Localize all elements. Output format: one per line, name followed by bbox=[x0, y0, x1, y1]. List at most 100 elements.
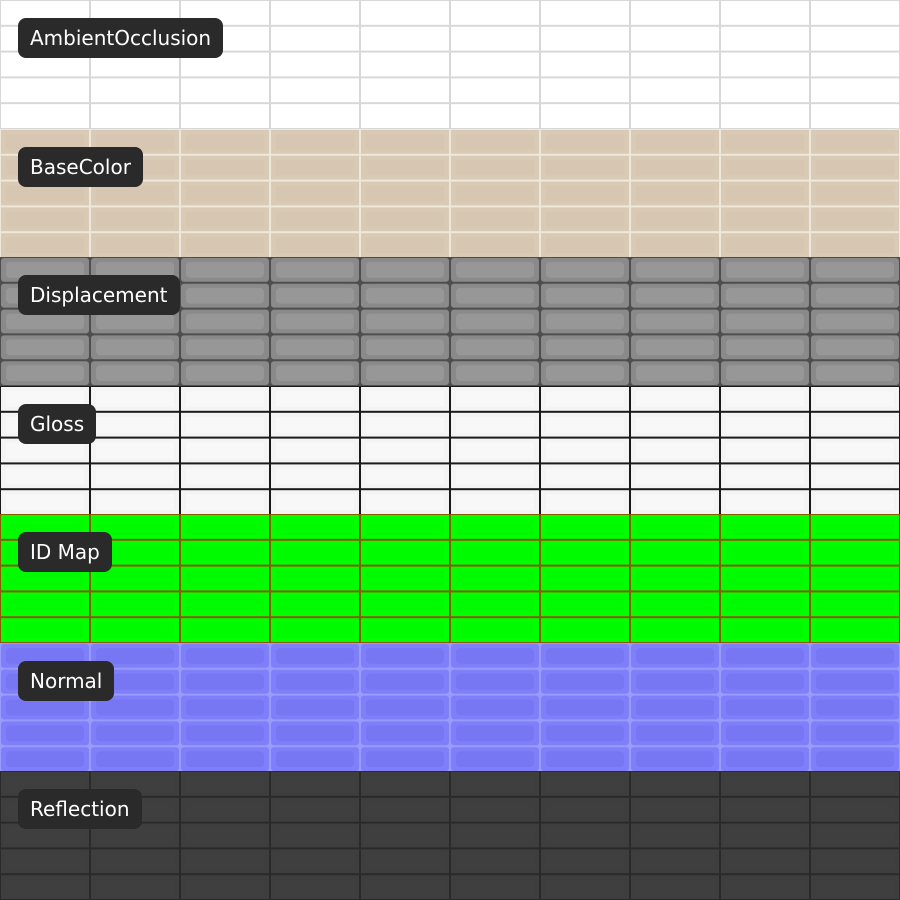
texture-tile-shade bbox=[726, 879, 804, 895]
texture-tile-shade bbox=[456, 673, 534, 690]
texture-tile-shade bbox=[276, 494, 354, 510]
texture-tile-shade bbox=[456, 185, 534, 202]
texture-tile-shade bbox=[726, 5, 804, 21]
texture-tile-shade bbox=[96, 879, 174, 895]
texture-tile-shade bbox=[816, 544, 894, 561]
texture-tile-shade bbox=[366, 751, 444, 767]
texture-tile-shade bbox=[366, 801, 444, 818]
texture-tile-shade bbox=[546, 313, 624, 330]
texture-tile-shade bbox=[726, 751, 804, 767]
texture-tile-shade bbox=[366, 494, 444, 510]
texture-tile-shade bbox=[456, 494, 534, 510]
texture-tile-shade bbox=[546, 159, 624, 176]
texture-tile-shade bbox=[456, 211, 534, 228]
texture-tile-shade bbox=[456, 622, 534, 638]
texture-tile-shade bbox=[546, 56, 624, 73]
base-color-label: BaseColor bbox=[18, 147, 143, 187]
texture-tile-shade bbox=[276, 82, 354, 99]
texture-tile-shade bbox=[456, 159, 534, 176]
texture-tile-shade bbox=[366, 30, 444, 47]
texture-tile-shade bbox=[546, 468, 624, 485]
texture-tile-shade bbox=[816, 853, 894, 870]
texture-tile-shade bbox=[6, 699, 84, 716]
texture-tile-shade bbox=[186, 56, 264, 73]
texture-tile-shade bbox=[816, 442, 894, 459]
texture-tile-shade bbox=[366, 596, 444, 613]
texture-tile-shade bbox=[636, 365, 714, 381]
texture-tile-shade bbox=[546, 519, 624, 535]
texture-tile-shade bbox=[276, 468, 354, 485]
texture-tile-shade bbox=[276, 287, 354, 304]
map-band-displacement: Displacement bbox=[0, 257, 900, 386]
texture-tile-shade bbox=[96, 313, 174, 330]
texture-tile-shade bbox=[366, 879, 444, 895]
texture-tile-shade bbox=[816, 648, 894, 664]
texture-tile-shade bbox=[636, 648, 714, 664]
texture-tile-shade bbox=[6, 570, 84, 587]
texture-tile-shade bbox=[96, 339, 174, 356]
texture-tile-shade bbox=[96, 108, 174, 124]
texture-tile-shade bbox=[186, 237, 264, 253]
texture-tile-shade bbox=[816, 494, 894, 510]
texture-tile-shade bbox=[816, 287, 894, 304]
texture-tile-shade bbox=[816, 801, 894, 818]
texture-tile-shade bbox=[456, 56, 534, 73]
texture-tile-shade bbox=[276, 673, 354, 690]
texture-tile-shade bbox=[546, 853, 624, 870]
texture-tile-shade bbox=[186, 159, 264, 176]
texture-tile-shade bbox=[276, 801, 354, 818]
texture-tile-shade bbox=[6, 313, 84, 330]
texture-tile-shade bbox=[456, 519, 534, 535]
texture-tile-shade bbox=[726, 853, 804, 870]
texture-tile-shade bbox=[186, 853, 264, 870]
texture-tile-shade bbox=[546, 442, 624, 459]
texture-tile-shade bbox=[726, 416, 804, 433]
texture-tile-shade bbox=[636, 287, 714, 304]
texture-tile-shade bbox=[546, 725, 624, 742]
texture-tile-shade bbox=[456, 313, 534, 330]
texture-tile-shade bbox=[636, 5, 714, 21]
texture-tile-shade bbox=[366, 185, 444, 202]
texture-tile-shade bbox=[6, 442, 84, 459]
texture-tile-shade bbox=[366, 442, 444, 459]
texture-tile-shade bbox=[276, 648, 354, 664]
texture-tile-shade bbox=[546, 82, 624, 99]
texture-tile-shade bbox=[816, 365, 894, 381]
texture-tile-shade bbox=[276, 365, 354, 381]
gloss-label: Gloss bbox=[18, 404, 97, 444]
texture-tile-shade bbox=[726, 287, 804, 304]
texture-tile-shade bbox=[726, 108, 804, 124]
texture-tile-shade bbox=[186, 442, 264, 459]
texture-tile-shade bbox=[276, 570, 354, 587]
texture-tile-shade bbox=[546, 134, 624, 150]
normal-label: Normal bbox=[18, 661, 115, 701]
texture-tile-shade bbox=[366, 237, 444, 253]
texture-tile-shade bbox=[726, 262, 804, 278]
texture-tile-shade bbox=[186, 827, 264, 844]
texture-tile-shade bbox=[816, 751, 894, 767]
texture-tile-shade bbox=[276, 776, 354, 792]
texture-tile-shade bbox=[726, 596, 804, 613]
texture-tile-shade bbox=[276, 725, 354, 742]
texture-tile-shade bbox=[636, 725, 714, 742]
texture-tile-shade bbox=[456, 570, 534, 587]
texture-tile-shade bbox=[816, 211, 894, 228]
texture-tile-shade bbox=[726, 185, 804, 202]
texture-tile-shade bbox=[276, 159, 354, 176]
texture-tile-shade bbox=[96, 468, 174, 485]
texture-tile-shade bbox=[276, 108, 354, 124]
texture-tile-shade bbox=[456, 544, 534, 561]
texture-tile-shade bbox=[816, 159, 894, 176]
texture-tile-shade bbox=[546, 879, 624, 895]
texture-tile-shade bbox=[546, 827, 624, 844]
texture-tile-shade bbox=[456, 853, 534, 870]
texture-tile-shade bbox=[636, 827, 714, 844]
texture-tile-shade bbox=[96, 853, 174, 870]
texture-tile-shade bbox=[636, 596, 714, 613]
texture-tile-shade bbox=[636, 879, 714, 895]
texture-tile-shade bbox=[276, 751, 354, 767]
ambient-occlusion-label: AmbientOcclusion bbox=[18, 18, 224, 58]
texture-tile-shade bbox=[636, 185, 714, 202]
texture-tile-shade bbox=[456, 365, 534, 381]
texture-tile-shade bbox=[816, 134, 894, 150]
